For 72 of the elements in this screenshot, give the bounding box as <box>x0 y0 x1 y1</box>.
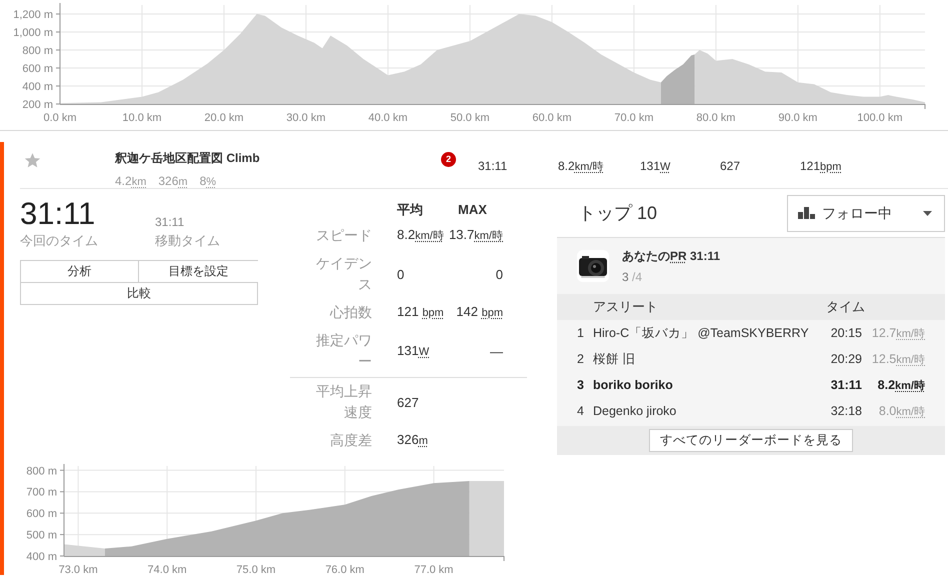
leaderboard-title: トップ 10 <box>578 202 658 224</box>
stat-value: 121 bpm <box>397 304 444 319</box>
axis-label: 1,000 m <box>13 27 53 39</box>
stat-value: 0 <box>496 266 503 282</box>
axis-label: 30.0 km <box>286 112 326 124</box>
segment-value: 8.2km/時 <box>558 159 604 173</box>
axis-label: 800 m <box>26 465 57 478</box>
column-header: タイム <box>826 298 865 316</box>
axis-label: 200 m <box>22 99 53 111</box>
elapsed-time: 31:11 <box>20 197 96 231</box>
column-header: MAX <box>458 201 487 220</box>
axis-label: 0.0 km <box>44 112 76 124</box>
action-button[interactable]: 比較 <box>20 282 258 304</box>
axis-label: 75.0 km <box>236 564 276 575</box>
segment-value: 627 <box>720 159 740 173</box>
segment-stat: 8% <box>200 173 216 190</box>
segment-value: 131W <box>640 159 670 173</box>
axis-label: 20.0 km <box>204 112 244 124</box>
stat-label: 高度差 <box>330 432 372 448</box>
segment-time: 31:11 <box>478 159 508 173</box>
action-button[interactable]: 分析 <box>20 260 139 282</box>
axis-label: 700 m <box>26 486 57 499</box>
stat-value: 627 <box>397 394 419 410</box>
stat-value: 326m <box>397 432 428 447</box>
stat-label: 推定パワー <box>316 332 372 369</box>
axis-label: 80.0 km <box>696 112 736 124</box>
axis-label: 90.0 km <box>778 112 818 124</box>
stat-value: — <box>490 344 503 358</box>
leaderboard-row[interactable]: 1 Hiro-C「坂バカ」 @TeamSKYBERRY 20:15 12.7km/時 <box>557 320 945 346</box>
segment-stat: 326m <box>158 173 188 190</box>
stat-label: 平均上昇速度 <box>316 383 372 420</box>
axis-label: 400 m <box>26 551 57 563</box>
stat-value: 0 <box>397 266 404 282</box>
segment-stat: 4.2km <box>115 173 146 190</box>
axis-label: 100.0 km <box>857 112 903 124</box>
axis-label: 500 m <box>26 530 57 542</box>
stat-value: 131W <box>397 342 430 358</box>
segment-value: 121bpm <box>800 159 842 173</box>
axis-label: 400 m <box>22 81 53 93</box>
axis-label: 60.0 km <box>532 112 572 124</box>
axis-label: 76.0 km <box>325 564 364 575</box>
axis-label: 600 m <box>26 508 57 520</box>
axis-label: 73.0 km <box>58 564 98 575</box>
axis-label: 600 m <box>22 63 53 75</box>
axis-label: 70.0 km <box>614 112 654 124</box>
leaderboard-row[interactable]: 4 Degenko jiroko 32:18 8.0km/時 <box>557 398 945 424</box>
column-header: 平均 <box>397 202 423 218</box>
axis-label: 50.0 km <box>450 112 490 124</box>
axis-label: 1,200 m <box>13 9 53 21</box>
stat-value: 13.7km/時 <box>448 227 503 242</box>
moving-time: 31:11 <box>155 214 184 231</box>
axis-label: 10.0 km <box>122 112 162 124</box>
axis-label: 74.0 km <box>148 564 187 575</box>
stat-value: 8.2km/時 <box>397 227 444 242</box>
pr-title: あなたのPR 31:11 <box>622 248 720 264</box>
stat-label: スピード <box>316 227 372 243</box>
stat-label: ケイデンス <box>316 255 372 292</box>
axis-label: 77.0 km <box>414 564 454 575</box>
view-all-button[interactable]: すべてのリーダーボードを見る <box>649 429 853 452</box>
segment-name[interactable]: 釈迦ケ岳地区配置図 Climb <box>115 149 260 167</box>
rank-badge: 2 <box>441 152 456 167</box>
column-header: アスリート <box>593 298 659 316</box>
pr-rank: 3 /4 <box>622 268 642 286</box>
leaderboard-row[interactable]: 2 桜餅 旧 20:29 12.5km/時 <box>557 346 945 372</box>
axis-label: 40.0 km <box>368 112 408 124</box>
stat-value: 142 bpm <box>456 304 503 319</box>
time-label: 移動タイム <box>155 232 220 250</box>
leaderboard-row[interactable]: 3 boriko boriko 31:11 8.2km/時 <box>557 372 945 398</box>
time-label: 今回のタイム <box>20 232 98 250</box>
stat-label: 心拍数 <box>330 304 372 320</box>
axis-label: 800 m <box>22 45 53 57</box>
filter-dropdown[interactable]: フォロー中 <box>787 194 945 232</box>
